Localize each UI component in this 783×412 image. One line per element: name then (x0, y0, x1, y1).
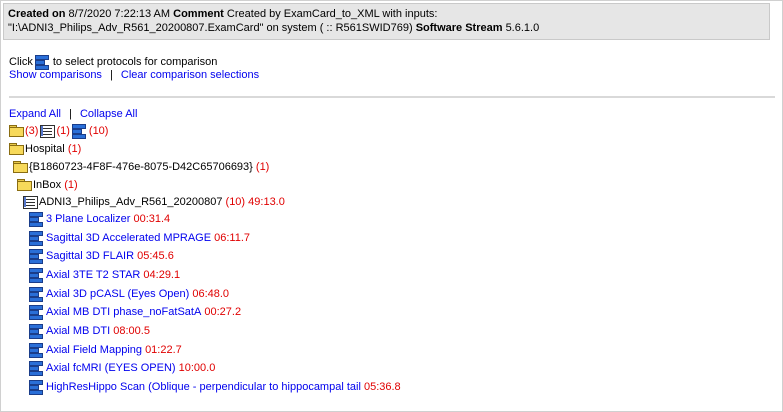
protocol-icon (34, 55, 51, 70)
protocol-duration: 06:48.0 (192, 288, 230, 300)
comparison-links: Show comparisons | Clear comparison sele… (9, 69, 259, 82)
tree-summary: (3) (1) (10) (9, 124, 109, 139)
link-separator: | (110, 69, 113, 81)
clear-comparison-selections-link[interactable]: Clear comparison selections (121, 69, 259, 81)
header-line-2: "I:\ADNI3_Philips_Adv_R561_20200807.Exam… (8, 21, 765, 35)
node-count: (1) (255, 161, 270, 173)
expand-collapse-controls: Expand All | Collapse All (9, 108, 137, 121)
node-count: (1) (64, 179, 78, 191)
protocol-name[interactable]: Axial 3TE T2 STAR (46, 268, 140, 282)
protocol-name[interactable]: Sagittal 3D FLAIR (46, 249, 134, 263)
protocol-duration: 08:00.5 (113, 325, 150, 337)
show-comparisons-link[interactable]: Show comparisons (9, 69, 102, 81)
protocol-duration: 06:11.7 (214, 232, 251, 244)
protocol-item[interactable]: Axial Field Mapping 01:22.7 (29, 343, 182, 358)
created-label: Created on (8, 8, 66, 20)
examcard-icon (40, 124, 56, 138)
node-label: {B1860723-4F8F-476e-8075-D42C65706693} (29, 161, 253, 173)
folder-icon (9, 125, 24, 137)
protocol-name[interactable]: HighResHippo Scan (Oblique - perpendicul… (46, 380, 361, 394)
protocol-name[interactable]: Axial fcMRI (EYES OPEN) (46, 361, 176, 375)
examcard-source: "I:\ADNI3_Philips_Adv_R561_20200807.Exam… (8, 22, 413, 34)
protocol-item[interactable]: Axial 3TE T2 STAR 04:29.1 (29, 268, 181, 283)
collapse-all-link[interactable]: Collapse All (80, 108, 137, 120)
examcard-icon (23, 195, 38, 209)
protocol-duration: 04:29.1 (143, 269, 181, 281)
comparison-instruction: Click to select protocols for comparison (9, 55, 259, 70)
examcard-count: (10) (225, 196, 246, 208)
protocol-icon[interactable] (29, 324, 45, 339)
protocol-count: (10) (88, 125, 109, 137)
software-stream-label: Software Stream (415, 22, 503, 34)
tree-node-examcard[interactable]: ADNI3_Philips_Adv_R561_20200807 (10) 49:… (23, 195, 285, 209)
protocol-name[interactable]: Axial Field Mapping (46, 343, 142, 357)
folder-icon (17, 179, 32, 191)
folder-icon (9, 143, 24, 155)
protocol-item[interactable]: Axial MB DTI phase_noFatSatA 00:27.2 (29, 305, 242, 320)
comment-label: Comment (173, 8, 224, 20)
protocol-item[interactable]: Sagittal 3D FLAIR 05:45.6 (29, 249, 174, 264)
protocol-icon[interactable] (29, 343, 45, 358)
protocol-icon[interactable] (29, 249, 45, 264)
tree-node-inbox[interactable]: InBox (1) (17, 178, 78, 192)
header-line-1: Created on 8/7/2020 7:22:13 AM Comment C… (8, 7, 765, 21)
protocol-icon[interactable] (29, 212, 45, 227)
comment-value: Created by ExamCard_to_XML with inputs: (226, 8, 438, 20)
node-count: (1) (67, 143, 82, 155)
click-text: Click (9, 56, 33, 68)
protocol-item[interactable]: Axial fcMRI (EYES OPEN) 10:00.0 (29, 361, 216, 376)
tree-node-hospital[interactable]: Hospital (1) (9, 142, 81, 156)
protocol-icon[interactable] (29, 361, 45, 376)
expand-all-link[interactable]: Expand All (9, 108, 61, 120)
protocol-duration: 05:45.6 (137, 250, 174, 262)
software-stream-value: 5.6.1.0 (505, 22, 540, 34)
protocol-duration: 05:36.8 (363, 381, 401, 393)
protocol-item[interactable]: Axial 3D pCASL (Eyes Open) 06:48.0 (29, 287, 230, 302)
exam-header: Created on 8/7/2020 7:22:13 AM Comment C… (3, 3, 770, 40)
node-label: InBox (33, 179, 62, 191)
protocol-name[interactable]: Axial MB DTI phase_noFatSatA (46, 305, 201, 319)
expand-separator: | (69, 108, 72, 120)
instruction-text: to select protocols for comparison (52, 56, 218, 68)
comparison-controls: Click to select protocols for comparison… (9, 55, 259, 82)
examcard-count: (1) (56, 125, 70, 137)
protocol-duration: 10:00.0 (178, 362, 216, 374)
examcard-duration: 49:13.0 (248, 196, 285, 208)
protocol-name[interactable]: 3 Plane Localizer (46, 212, 130, 226)
protocol-name[interactable]: Sagittal 3D Accelerated MPRAGE (46, 231, 211, 245)
folder-count: (3) (25, 125, 39, 137)
protocol-icon[interactable] (29, 287, 45, 302)
protocol-item[interactable]: HighResHippo Scan (Oblique - perpendicul… (29, 380, 401, 395)
folder-icon (13, 161, 28, 173)
created-value: 8/7/2020 7:22:13 AM (68, 8, 171, 20)
protocol-duration: 00:31.4 (133, 213, 171, 225)
protocol-name[interactable]: Axial 3D pCASL (Eyes Open) (46, 287, 189, 301)
protocol-item[interactable]: Axial MB DTI 08:00.5 (29, 324, 150, 339)
protocol-icon[interactable] (29, 380, 45, 395)
examcard-label: ADNI3_Philips_Adv_R561_20200807 (39, 196, 223, 208)
protocol-icon[interactable] (29, 231, 45, 246)
protocol-item[interactable]: 3 Plane Localizer 00:31.4 (29, 212, 171, 227)
divider (9, 96, 775, 98)
protocol-duration: 00:27.2 (204, 306, 242, 318)
protocol-icon[interactable] (29, 305, 45, 320)
protocol-duration: 01:22.7 (145, 344, 182, 356)
tree-node-guid[interactable]: {B1860723-4F8F-476e-8075-D42C65706693} (… (13, 160, 269, 174)
protocol-icon[interactable] (29, 268, 45, 283)
protocol-item[interactable]: Sagittal 3D Accelerated MPRAGE 06:11.7 (29, 231, 251, 246)
protocol-name[interactable]: Axial MB DTI (46, 324, 110, 338)
protocol-icon (71, 124, 88, 139)
node-label: Hospital (25, 143, 65, 155)
